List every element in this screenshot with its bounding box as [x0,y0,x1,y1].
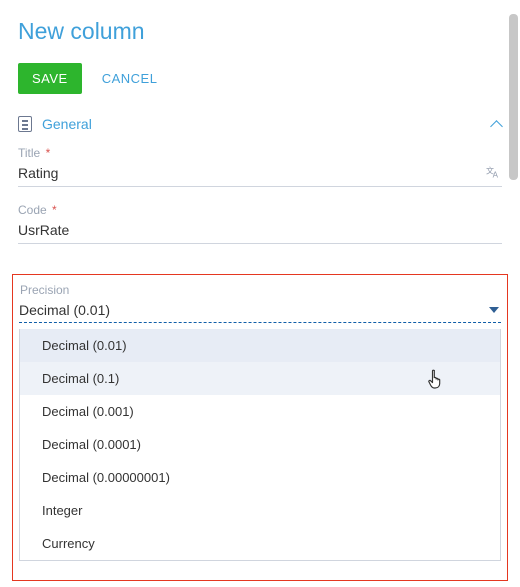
chevron-down-icon[interactable] [489,307,499,313]
chevron-up-icon[interactable] [490,118,502,130]
cursor-pointer-icon [428,368,446,390]
required-mark: * [49,203,57,217]
dropdown-option[interactable]: Decimal (0.0001) [20,428,500,461]
title-label-text: Title [18,146,40,160]
scrollbar[interactable] [509,14,518,180]
dropdown-option[interactable]: Decimal (0.00000001) [20,461,500,494]
precision-dropdown[interactable] [19,300,501,323]
code-input[interactable] [18,220,502,240]
form-icon [18,116,32,132]
precision-dropdown-list: Decimal (0.01)Decimal (0.1)Decimal (0.00… [19,329,501,561]
dropdown-option[interactable]: Decimal (0.001) [20,395,500,428]
title-label: Title * [18,146,502,160]
page-title: New column [18,18,502,45]
section-header-general[interactable]: General [18,116,502,132]
save-button[interactable]: SAVE [18,63,82,94]
precision-highlight: Precision Decimal (0.01)Decimal (0.1)Dec… [12,274,508,581]
required-mark: * [42,146,50,160]
dropdown-option[interactable]: Decimal (0.01) [20,329,500,362]
dropdown-option[interactable]: Integer [20,494,500,527]
code-label: Code * [18,203,502,217]
svg-text:A: A [493,170,499,179]
field-code: Code * [18,203,502,244]
section-title: General [42,116,490,132]
precision-input[interactable] [19,300,489,320]
button-row: SAVE CANCEL [18,63,502,94]
field-title: Title * 文 A [18,146,502,187]
dropdown-option[interactable]: Decimal (0.1) [20,362,500,395]
cancel-button[interactable]: CANCEL [102,71,158,86]
title-input[interactable] [18,163,486,183]
translate-icon[interactable]: 文 A [486,165,502,182]
dropdown-option[interactable]: Currency [20,527,500,560]
precision-label: Precision [19,283,501,297]
code-label-text: Code [18,203,47,217]
